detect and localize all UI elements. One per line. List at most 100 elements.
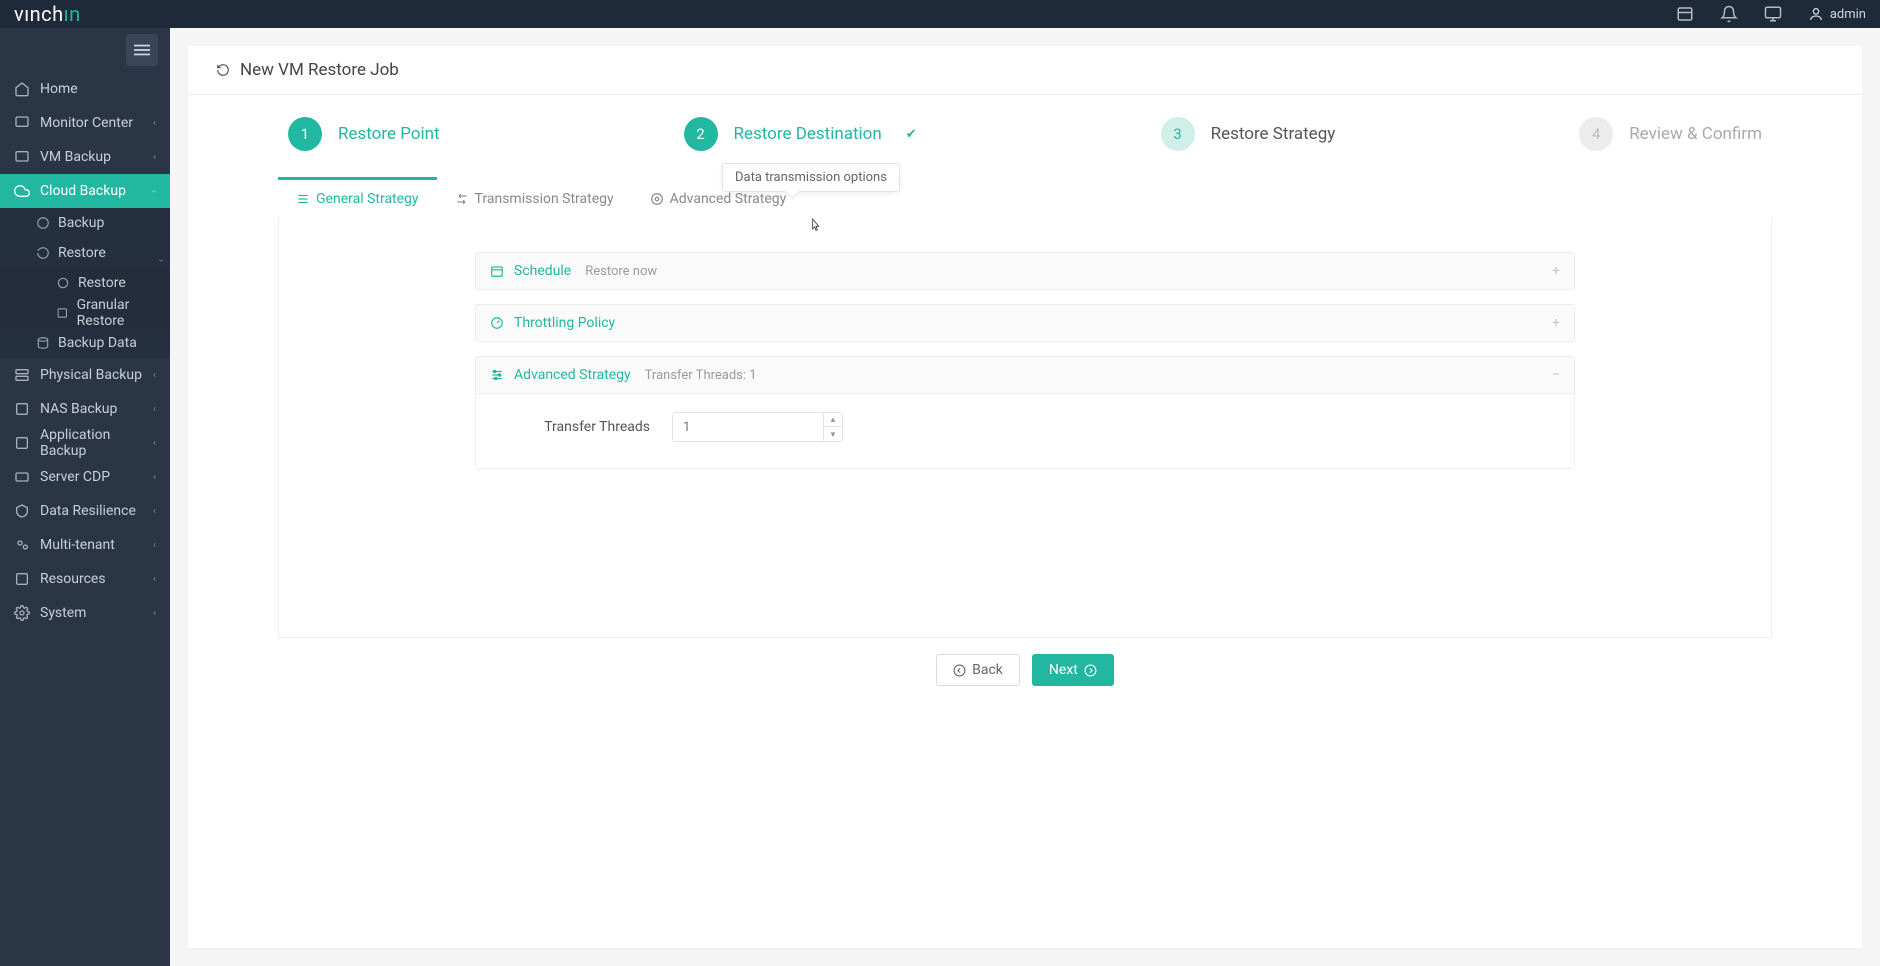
arrow-right-icon xyxy=(1084,664,1097,677)
sidebar-item-label: System xyxy=(40,605,86,621)
tab-general-strategy[interactable]: General Strategy xyxy=(278,181,437,217)
sidebar-item-label: Monitor Center xyxy=(40,115,133,131)
restore-icon xyxy=(36,246,50,260)
sidebar-item-label: Application Backup xyxy=(40,427,153,459)
granular-icon xyxy=(56,306,69,320)
chevron-left-icon: ‹ xyxy=(153,370,156,381)
accordion-title: Schedule xyxy=(514,263,571,279)
data-icon xyxy=(36,336,50,350)
accordion-header-schedule[interactable]: Schedule Restore now + xyxy=(476,253,1574,289)
sidebar-subitem-granular-restore[interactable]: Granular Restore xyxy=(0,298,170,328)
sidebar-subitem-restore[interactable]: Restore ‹ xyxy=(0,238,170,268)
bell-icon[interactable] xyxy=(1720,5,1738,23)
sidebar-item-label: Server CDP xyxy=(40,469,110,485)
accordion-header-advanced[interactable]: Advanced Strategy Transfer Threads: 1 − xyxy=(476,357,1574,393)
sidebar-item-label: Home xyxy=(40,81,78,97)
tab-label: Advanced Strategy xyxy=(670,191,787,207)
step-number: 2 xyxy=(684,117,718,151)
sidebar-item-label: Restore xyxy=(78,275,126,291)
transfer-threads-label: Transfer Threads xyxy=(500,419,650,435)
minus-icon: − xyxy=(1552,367,1560,383)
chevron-down-icon: ‹ xyxy=(156,244,167,261)
sidebar-item-label: Backup xyxy=(58,215,104,231)
vm-backup-icon xyxy=(14,149,30,165)
sidebar-item-label: Physical Backup xyxy=(40,367,142,383)
chevron-left-icon: ‹ xyxy=(153,152,156,163)
transfer-threads-spinner: ▲ ▼ xyxy=(672,412,843,442)
accordion-title: Advanced Strategy xyxy=(514,367,631,383)
hamburger-icon xyxy=(134,44,150,56)
monitor-center-icon xyxy=(14,115,30,131)
sidebar-subitem-backup-data[interactable]: Backup Data xyxy=(0,328,170,358)
app-icon xyxy=(14,435,30,451)
sidebar-item-resources[interactable]: Resources ‹ xyxy=(0,562,170,596)
step-number: 1 xyxy=(288,117,322,151)
step-restore-point[interactable]: 1 Restore Point xyxy=(288,117,440,151)
spinner-up-button[interactable]: ▲ xyxy=(824,413,842,427)
sidebar-toggle[interactable] xyxy=(126,34,158,66)
sidebar-item-physical-backup[interactable]: Physical Backup ‹ xyxy=(0,358,170,392)
accordion-body-advanced: Transfer Threads ▲ ▼ xyxy=(476,393,1574,468)
sidebar-item-label: VM Backup xyxy=(40,149,111,165)
tab-transmission-strategy[interactable]: Transmission Strategy xyxy=(437,181,632,217)
circle-icon xyxy=(36,216,50,230)
sidebar-item-system[interactable]: System ‹ xyxy=(0,596,170,630)
sidebar-item-monitor-center[interactable]: Monitor Center ‹ xyxy=(0,106,170,140)
sidebar-item-multi-tenant[interactable]: Multi-tenant ‹ xyxy=(0,528,170,562)
accordion-subtitle: Transfer Threads: 1 xyxy=(645,368,757,383)
tab-label: General Strategy xyxy=(316,191,419,207)
tab-label: Transmission Strategy xyxy=(475,191,614,207)
page-title: New VM Restore Job xyxy=(240,60,399,80)
spinner-down-button[interactable]: ▼ xyxy=(824,427,842,441)
shield-icon xyxy=(14,503,30,519)
restore-sub-icon xyxy=(56,276,70,290)
next-button[interactable]: Next xyxy=(1032,654,1114,686)
sidebar-item-home[interactable]: Home xyxy=(0,72,170,106)
sidebar-item-application-backup[interactable]: Application Backup ‹ xyxy=(0,426,170,460)
chevron-down-icon: ‹ xyxy=(149,189,160,192)
sidebar-item-nas-backup[interactable]: NAS Backup ‹ xyxy=(0,392,170,426)
list-icon xyxy=(296,192,310,206)
sidebar-item-label: Granular Restore xyxy=(77,297,170,329)
sidebar-item-server-cdp[interactable]: Server CDP ‹ xyxy=(0,460,170,494)
accordion-header-throttling[interactable]: Throttling Policy + xyxy=(476,305,1574,341)
gear-icon xyxy=(14,605,30,621)
sidebar-item-label: Data Resilience xyxy=(40,503,136,519)
tab-advanced-strategy[interactable]: Advanced Strategy xyxy=(632,181,805,217)
step-label: Restore Strategy xyxy=(1211,124,1336,144)
sliders-icon xyxy=(490,368,504,382)
chevron-left-icon: ‹ xyxy=(153,438,156,449)
sidebar-item-label: Multi-tenant xyxy=(40,537,115,553)
wizard-footer: Back Next xyxy=(278,638,1772,708)
step-restore-destination[interactable]: 2 Restore Destination ✔ xyxy=(684,117,917,151)
sidebar-item-label: Resources xyxy=(40,571,106,587)
tasks-icon[interactable] xyxy=(1676,5,1694,23)
plus-icon: + xyxy=(1552,263,1560,279)
sidebar-subitem-restore-inner[interactable]: Restore xyxy=(0,268,170,298)
gear-small-icon xyxy=(650,192,664,206)
user-menu[interactable]: admin xyxy=(1808,6,1866,22)
sidebar-item-label: Restore xyxy=(58,245,106,261)
strategy-tabs: General Strategy Transmission Strategy A… xyxy=(278,181,1772,218)
transfer-threads-input[interactable] xyxy=(673,413,823,441)
chevron-left-icon: ‹ xyxy=(153,118,156,129)
wizard-stepper: 1 Restore Point 2 Restore Destination ✔ … xyxy=(278,117,1772,171)
tenant-icon xyxy=(14,537,30,553)
sidebar-subitem-backup[interactable]: Backup xyxy=(0,208,170,238)
gauge-icon xyxy=(490,316,504,330)
sidebar-item-vm-backup[interactable]: VM Backup ‹ xyxy=(0,140,170,174)
accordion-schedule: Schedule Restore now + xyxy=(475,252,1575,290)
sidebar-item-cloud-backup[interactable]: Cloud Backup ‹ xyxy=(0,174,170,208)
brand-logo: vınchın xyxy=(14,2,81,26)
step-review-confirm[interactable]: 4 Review & Confirm xyxy=(1579,117,1762,151)
step-restore-strategy[interactable]: 3 Restore Strategy xyxy=(1161,117,1336,151)
next-button-label: Next xyxy=(1049,662,1078,678)
monitor-icon[interactable] xyxy=(1764,5,1782,23)
step-number: 3 xyxy=(1161,117,1195,151)
step-label: Review & Confirm xyxy=(1629,124,1762,144)
accordion-subtitle: Restore now xyxy=(585,264,657,279)
check-icon: ✔ xyxy=(906,127,917,142)
sidebar-item-data-resilience[interactable]: Data Resilience ‹ xyxy=(0,494,170,528)
back-button[interactable]: Back xyxy=(936,654,1020,686)
sidebar-item-label: Cloud Backup xyxy=(40,183,126,199)
